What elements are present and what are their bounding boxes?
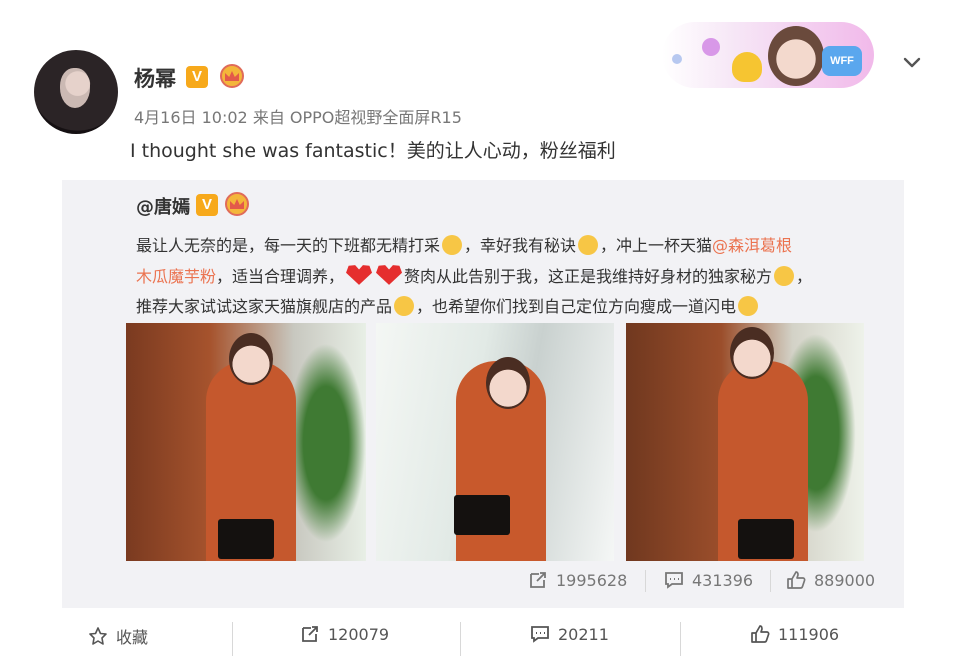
plant-shape [286,343,366,543]
post-text: I thought she was fantastic！美的让人心动，粉丝福利 [130,140,616,162]
grin-emoji-icon [738,296,759,316]
divider [645,570,646,592]
comment-count: 20211 [558,624,609,644]
heart-emoji-icon [346,265,373,285]
like-icon [787,571,806,589]
fan-banner[interactable]: WFF [662,22,874,88]
post-photo-1[interactable] [126,323,366,561]
repost-text: ， [796,267,813,286]
repost-author[interactable]: @唐嫣 [136,193,190,219]
repost-text: 最让人无奈的是，每一天的下班都无精打采 [136,236,441,255]
like-count: 889000 [814,570,876,590]
vip-v-icon [196,194,218,216]
person-head [486,357,530,409]
repost-text: 赘肉从此告别于我，这正是我维持好身材的独家秘方 [404,267,773,286]
person-head [730,327,774,379]
thumbs-up-emoji-icon [394,296,415,316]
like-count: 111906 [778,624,840,644]
crown-icon [220,64,244,88]
handbag [454,495,510,535]
author-name[interactable]: 杨幂 [134,63,176,93]
favorite-button[interactable]: 收藏 [88,624,148,648]
chevron-down-icon[interactable] [903,54,921,72]
post-photo-2[interactable] [376,323,614,561]
repost-forward-button[interactable]: 1995628 [528,570,627,590]
divider [460,622,461,656]
handbag [218,519,274,559]
repost-text: 推荐大家试试这家天猫旗舰店的产品 [136,297,393,316]
comment-count: 431396 [692,570,754,590]
victory-emoji-icon [578,235,599,255]
mention-link[interactable]: @森洱葛根 [712,236,792,255]
repost-comment-button[interactable]: 431396 [664,570,753,590]
repost-text: ，适当合理调养， [216,267,345,286]
crown-icon [225,192,249,216]
vip-v-icon [186,66,208,88]
repost-text-line-1: 最让人无奈的是，每一天的下班都无精打采 ，幸好我有秘诀 ，冲上一杯天猫@森洱葛根 [136,232,792,256]
heart-emoji-icon [376,265,403,285]
repost-text-line-2: 木瓜魔芋粉，适当合理调养， 赘肉从此告别于我，这正是我维持好身材的独家秘方 ， [136,263,812,287]
cat-mascot-icon [732,52,762,82]
divider [232,622,233,656]
repost-icon [302,626,318,642]
favorite-label: 收藏 [116,628,149,647]
post-photo-3[interactable] [626,323,864,561]
divider [680,622,681,656]
handbag [738,519,794,559]
like-button[interactable]: 111906 [750,624,839,644]
planet-icon [672,54,682,64]
comment-button[interactable]: 20211 [530,624,609,644]
sleepy-emoji-icon [442,235,463,255]
repost-text: ，幸好我有秘诀 [464,236,577,255]
mention-link[interactable]: 木瓜魔芋粉 [136,267,216,286]
repost-text: ，也希望你们找到自己定位方向瘦成一道闪电 [416,297,737,316]
wff-logo: WFF [822,46,862,76]
banner-portrait [768,26,824,86]
star-icon [89,627,107,645]
thinking-emoji-icon [774,266,795,286]
planet-icon [702,38,720,56]
forward-button[interactable]: 120079 [300,624,389,644]
forward-count: 120079 [328,624,390,644]
comment-icon [665,572,683,589]
like-icon [751,625,770,643]
author-avatar[interactable] [34,50,118,134]
divider [770,570,771,592]
repost-icon [530,572,546,588]
comment-icon [531,626,549,643]
repost-like-button[interactable]: 889000 [786,570,875,590]
person-head [229,333,273,385]
post-meta: 4月16日 10:02 来自 OPPO超视野全面屏R15 [134,108,462,127]
repost-text: ，冲上一杯天猫 [600,236,713,255]
repost-text-line-3: 推荐大家试试这家天猫旗舰店的产品 ，也希望你们找到自己定位方向瘦成一道闪电 [136,293,760,317]
repost-count: 1995628 [556,570,628,590]
